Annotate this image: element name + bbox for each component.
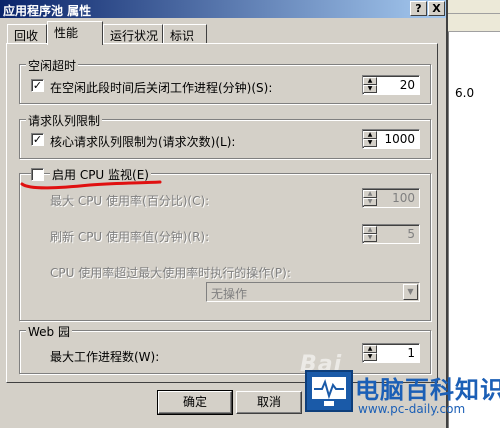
monitor-logo-icon (305, 370, 353, 412)
site-logo: 电脑百科知识 www.pc-daily.com (295, 362, 500, 428)
brand-url: www.pc-daily.com (358, 402, 466, 416)
brand-name: 电脑百科知识 (355, 376, 500, 404)
